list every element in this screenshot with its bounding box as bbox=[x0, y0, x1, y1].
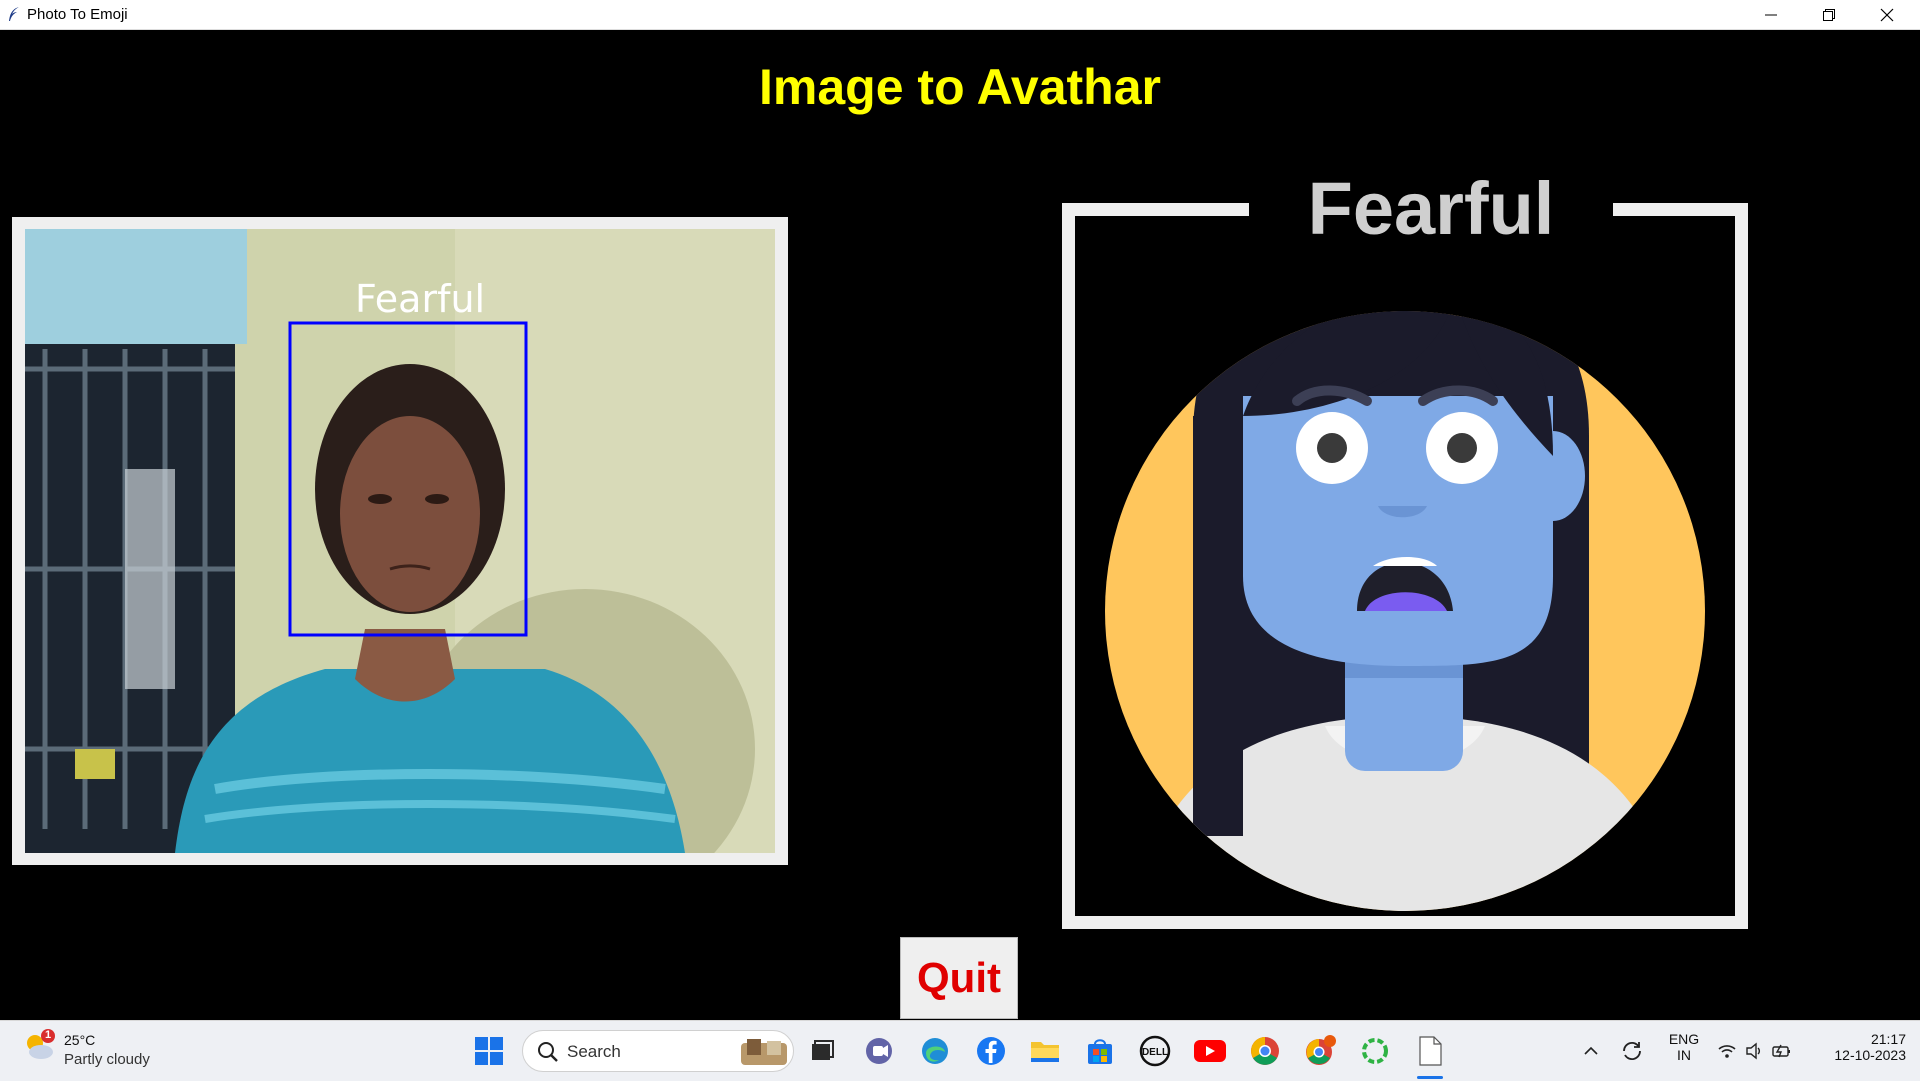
close-button[interactable] bbox=[1858, 0, 1916, 29]
sync-icon bbox=[1623, 1041, 1641, 1061]
sync-button[interactable] bbox=[1615, 1034, 1649, 1068]
webcam-image bbox=[25, 229, 775, 853]
windows-start-icon bbox=[475, 1037, 503, 1065]
language-indicator[interactable]: ENG IN bbox=[1664, 1031, 1704, 1063]
camera-panel: Fearful bbox=[12, 217, 788, 865]
region-code: IN bbox=[1677, 1047, 1691, 1063]
edge-icon bbox=[922, 1038, 948, 1064]
document-icon bbox=[1419, 1036, 1442, 1066]
window-title: Photo To Emoji bbox=[27, 6, 128, 23]
restore-icon bbox=[1823, 8, 1835, 21]
page-title: Image to Avathar bbox=[759, 59, 1161, 115]
fearful-avatar-image bbox=[1105, 311, 1705, 911]
avatar-canvas bbox=[1075, 216, 1735, 916]
search-placeholder: Search bbox=[567, 1042, 621, 1061]
svg-text:DELL: DELL bbox=[1142, 1047, 1168, 1058]
task-view-button[interactable] bbox=[805, 1034, 839, 1068]
minimize-icon bbox=[1765, 14, 1777, 15]
weather-description: Partly cloudy bbox=[64, 1051, 150, 1068]
restore-button[interactable] bbox=[1800, 0, 1858, 29]
store-icon bbox=[1088, 1039, 1112, 1064]
teams-button[interactable] bbox=[862, 1034, 896, 1068]
webcam-feed: Fearful bbox=[25, 229, 775, 853]
dell-button[interactable]: DELL bbox=[1138, 1034, 1172, 1068]
clock[interactable]: 21:17 12-10-2023 bbox=[1810, 1031, 1906, 1063]
facebook-button[interactable] bbox=[974, 1034, 1008, 1068]
chrome-button[interactable] bbox=[1248, 1034, 1282, 1068]
file-explorer-icon bbox=[1031, 1042, 1059, 1062]
active-app-indicator bbox=[1417, 1076, 1443, 1079]
loading-ring-icon bbox=[1362, 1038, 1388, 1064]
feather-icon bbox=[9, 7, 19, 21]
taskbar: 1 25°C Partly cloudy Search DELL ENG IN … bbox=[0, 1020, 1920, 1081]
start-button[interactable] bbox=[472, 1034, 506, 1068]
close-icon bbox=[1880, 8, 1894, 21]
avatar-panel bbox=[1062, 203, 1748, 929]
notepad-button[interactable] bbox=[1413, 1034, 1447, 1068]
avatar-emotion-label: Fearful bbox=[1307, 167, 1555, 250]
app-button[interactable] bbox=[1358, 1034, 1392, 1068]
weather-widget[interactable]: 1 25°C Partly cloudy bbox=[22, 1029, 150, 1068]
wifi-icon bbox=[1718, 1045, 1736, 1058]
quit-button[interactable]: Quit bbox=[900, 937, 1018, 1019]
clock-time: 21:17 bbox=[1870, 1031, 1906, 1047]
chrome-profile-icon bbox=[1306, 1035, 1336, 1065]
youtube-icon bbox=[1194, 1040, 1226, 1062]
file-explorer-button[interactable] bbox=[1028, 1034, 1062, 1068]
search-icon bbox=[538, 1042, 558, 1062]
language-code: ENG bbox=[1668, 1031, 1700, 1047]
battery-button[interactable] bbox=[1765, 1034, 1799, 1068]
minimize-button[interactable] bbox=[1742, 0, 1800, 29]
chevron-up-icon bbox=[1584, 1046, 1598, 1055]
youtube-button[interactable] bbox=[1193, 1034, 1227, 1068]
face-detection-label: Fearful bbox=[355, 277, 486, 321]
clock-date: 12-10-2023 bbox=[1834, 1047, 1906, 1063]
store-button[interactable] bbox=[1083, 1034, 1117, 1068]
weather-badge: 1 bbox=[44, 1029, 52, 1041]
chrome-profile-button[interactable] bbox=[1303, 1034, 1337, 1068]
speaker-icon bbox=[1746, 1042, 1760, 1060]
widgets-image bbox=[741, 1039, 787, 1065]
facebook-icon bbox=[977, 1037, 1005, 1065]
chrome-icon bbox=[1251, 1037, 1279, 1065]
taskbar-search-box[interactable]: Search bbox=[522, 1030, 794, 1072]
battery-charging-icon bbox=[1772, 1044, 1790, 1058]
show-hidden-icons-button[interactable] bbox=[1574, 1034, 1608, 1068]
weather-temperature: 25°C bbox=[64, 1032, 96, 1048]
task-view-icon bbox=[812, 1040, 834, 1060]
edge-button[interactable] bbox=[918, 1034, 952, 1068]
dell-icon: DELL bbox=[1139, 1035, 1171, 1067]
teams-icon bbox=[866, 1038, 892, 1064]
window-titlebar: Photo To Emoji bbox=[0, 0, 1920, 30]
